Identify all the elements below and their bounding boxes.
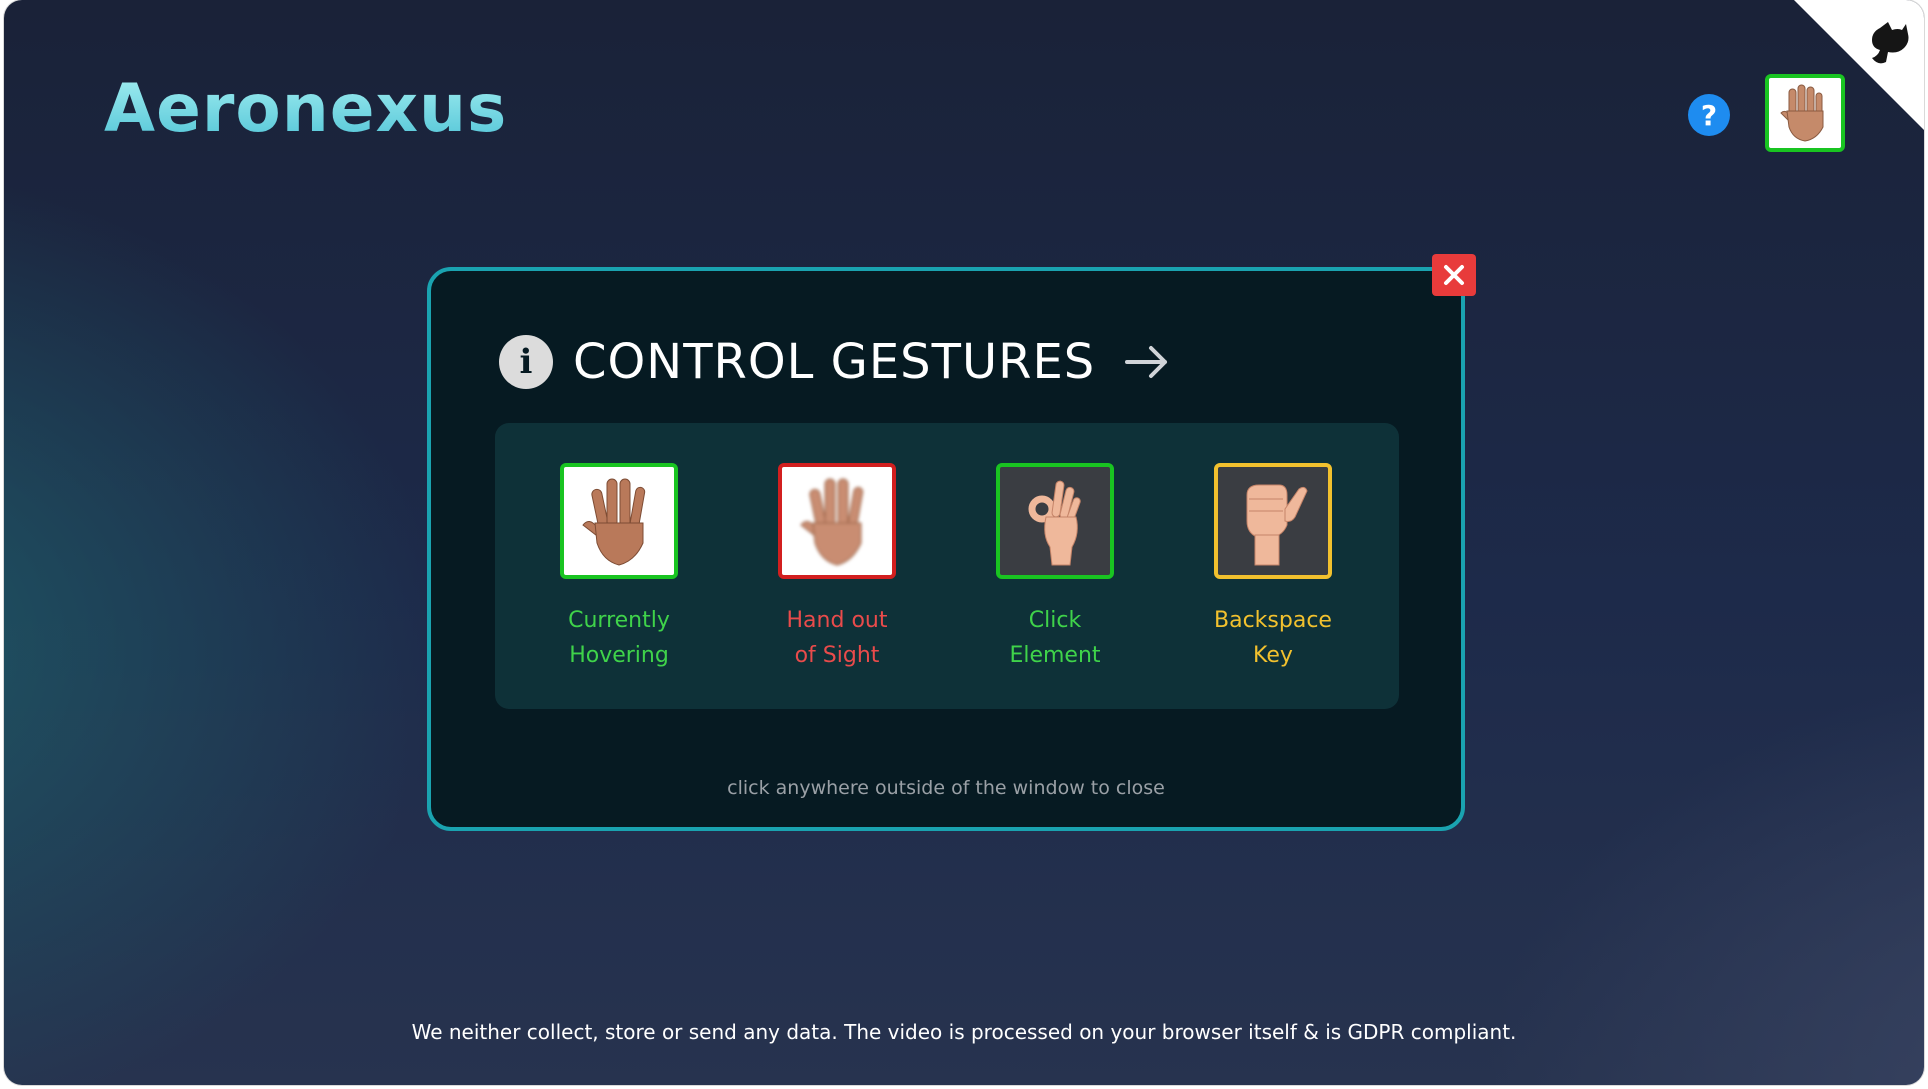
gesture-label-line: Click <box>1028 608 1082 633</box>
gesture-label-line: Currently <box>568 608 670 633</box>
app-window: Aeronexus ? i CONTROL GESTURES Currently… <box>4 0 1924 1085</box>
gesture-label: Hand out of Sight <box>737 603 937 673</box>
help-button[interactable]: ? <box>1688 94 1730 136</box>
gesture-item-out-of-sight: Hand out of Sight <box>737 463 937 673</box>
gesture-item-hovering: Currently Hovering <box>519 463 719 673</box>
gesture-image-box <box>778 463 896 579</box>
gesture-label: Currently Hovering <box>519 603 719 673</box>
open-palm-icon <box>582 478 646 566</box>
modal-header: i CONTROL GESTURES <box>499 327 1171 397</box>
gestures-modal: i CONTROL GESTURES Currently Hovering Ha… <box>427 267 1465 831</box>
gesture-label-line: of Sight <box>794 643 880 668</box>
gesture-label-line: Backspace <box>1214 608 1332 633</box>
github-icon[interactable] <box>1858 18 1910 70</box>
arrow-right-icon[interactable] <box>1123 342 1171 382</box>
privacy-notice: We neither collect, store or send any da… <box>411 1020 1517 1044</box>
ok-hand-icon <box>1028 480 1081 566</box>
gesture-label: Click Element <box>955 603 1155 673</box>
blurred-palm-icon <box>800 478 864 566</box>
close-button[interactable] <box>1432 254 1476 296</box>
gesture-label: Backspace Key <box>1173 603 1373 673</box>
gesture-label-line: Hand out <box>786 608 888 633</box>
gesture-image-box <box>1214 463 1332 579</box>
gesture-item-backspace: Backspace Key <box>1173 463 1373 673</box>
gesture-item-click: Click Element <box>955 463 1155 673</box>
gesture-label-line: Hovering <box>569 643 669 668</box>
thumbs-hand-icon <box>1246 484 1308 566</box>
gesture-image-box <box>560 463 678 579</box>
close-icon <box>1444 265 1464 285</box>
modal-title: CONTROL GESTURES <box>573 334 1096 390</box>
gesture-label-line: Element <box>1009 643 1101 668</box>
gesture-image-box <box>996 463 1114 579</box>
close-hint: click anywhere outside of the window to … <box>727 777 1165 799</box>
info-icon: i <box>499 335 553 389</box>
gesture-panel: Currently Hovering Hand out of Sight Cli… <box>495 423 1399 709</box>
app-logo: Aeronexus <box>104 70 508 147</box>
gesture-label-line: Key <box>1253 643 1293 668</box>
